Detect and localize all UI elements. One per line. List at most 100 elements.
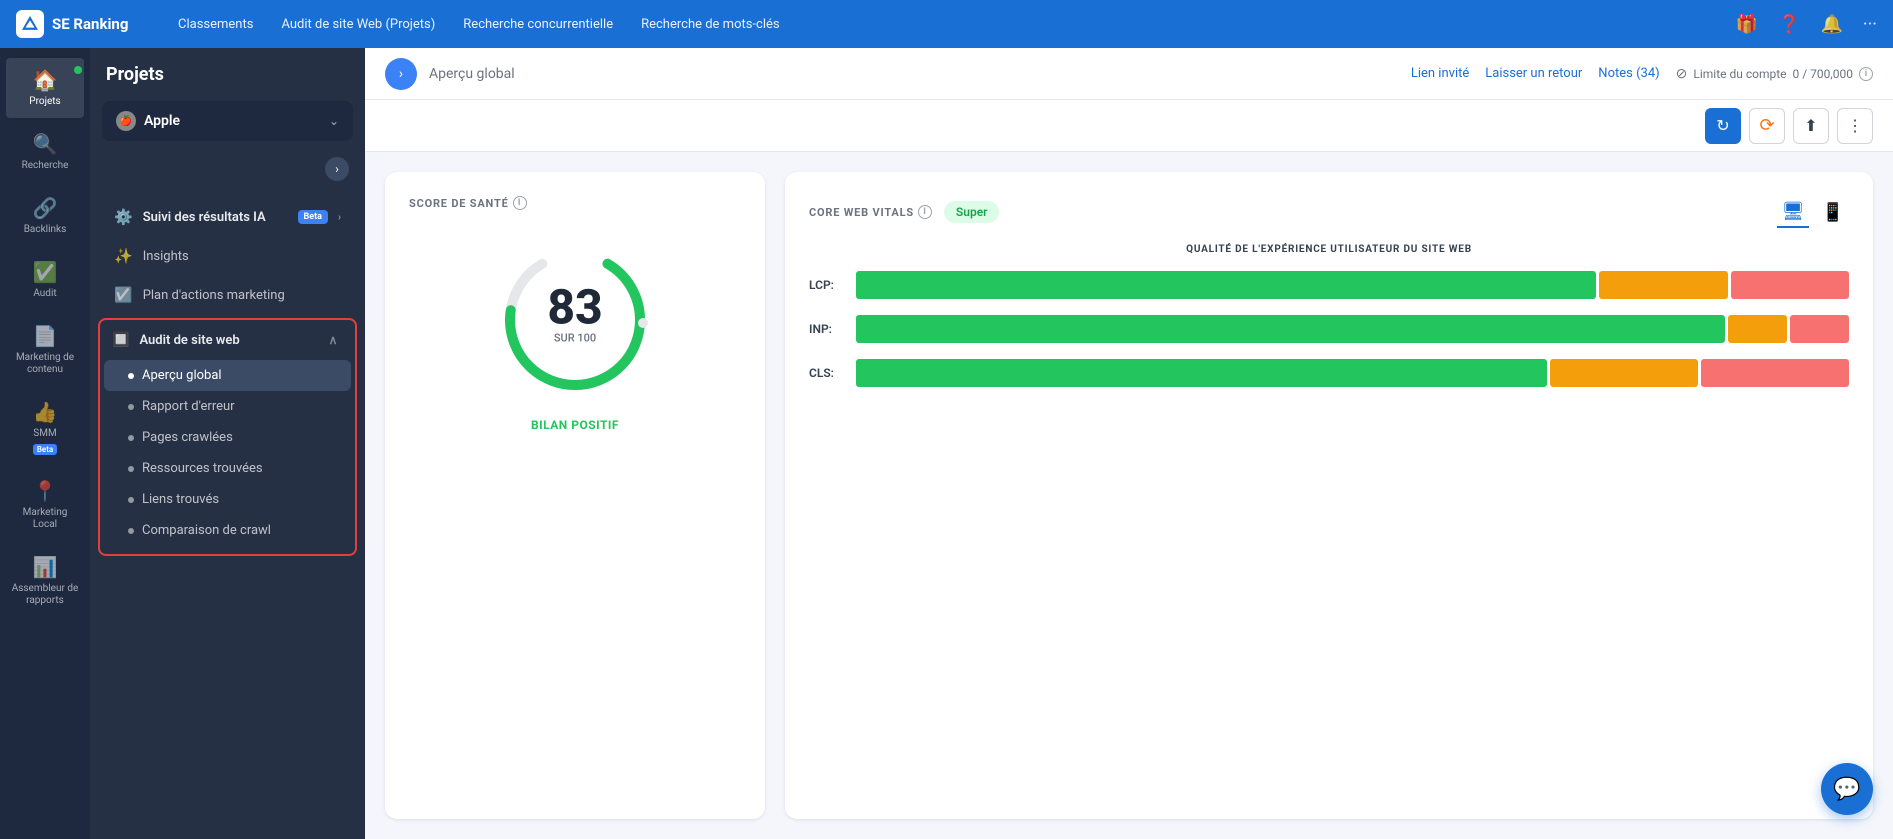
nav-audit-site-web[interactable]: Audit de site Web (Projets) [281,17,435,32]
location-icon: 📍 [33,479,58,503]
cwv-badge: Super [944,201,1000,223]
nav-projets-wrap: 🏠 Projets [0,56,90,120]
score-out-of: SUR 100 [547,331,602,344]
audit-sub-comparaison[interactable]: Comparaison de crawl [100,515,355,546]
nav-recherche-concurrentielle[interactable]: Recherche concurrentielle [463,17,613,32]
score-info-icon[interactable]: i [513,196,527,210]
breadcrumb: Aperçu global [429,66,515,82]
cwv-quality-title: QUALITÉ DE L'EXPÉRIENCE UTILISATEUR DU S… [809,244,1849,255]
liens-trouves-label: Liens trouvés [142,492,219,507]
notes-link[interactable]: Notes (34) [1598,66,1659,81]
score-gauge: 83 SUR 100 [495,240,655,400]
cwv-metrics: LCP: INP: [809,271,1849,387]
help-icon[interactable]: ❓ [1778,14,1800,35]
gift-icon[interactable]: 🎁 [1736,14,1758,35]
sidebar-item-plan-actions[interactable]: ☑️ Plan d'actions marketing [98,276,357,314]
refresh-button[interactable]: ↻ [1705,108,1741,144]
dot-icon-6 [128,528,134,534]
sidebar-collapse-button[interactable]: › [325,157,349,181]
dot-icon-2 [128,404,134,410]
nav-marketing-contenu-label: Marketing de contenu [10,352,80,376]
inp-bars [856,315,1849,343]
account-limit: ⊘ Limite du compte 0 / 700,000 i [1676,66,1873,82]
logo-icon [16,10,44,38]
dot-icon-5 [128,497,134,503]
project-selector[interactable]: 🍎 Apple ⌄ [102,101,353,141]
suivi-ia-icon: ⚙️ [114,208,133,226]
check-icon: ✅ [33,260,58,284]
nav-assembleur[interactable]: 📊 Assembleur de rapports [6,545,84,617]
top-nav-right: 🎁 ❓ 🔔 ··· [1736,14,1877,35]
cwv-metric-lcp: LCP: [809,271,1849,299]
nav-recherche[interactable]: 🔍 Recherche [6,122,84,182]
chat-button[interactable]: 💬 [1821,763,1873,815]
nav-assembleur-label: Assembleur de rapports [10,583,80,607]
nav-audit[interactable]: ✅ Audit [6,250,84,310]
nav-backlinks[interactable]: 🔗 Backlinks [6,186,84,246]
lcp-bar-green [856,271,1596,299]
sidebar-item-suivi-ia[interactable]: ⚙️ Suivi des résultats IA Beta › [98,198,357,236]
lcp-bar-yellow [1599,271,1727,299]
nav-projets[interactable]: 🏠 Projets [6,58,84,118]
audit-sub-rapport-erreur[interactable]: Rapport d'erreur [100,391,355,422]
cwv-desktop-button[interactable]: 🖥 [1777,196,1809,228]
project-sidebar: Projets 🍎 Apple ⌄ › ⚙️ Suivi des résulta… [90,48,365,839]
sidebar-item-insights[interactable]: ✨ Insights [98,237,357,275]
sidebar-plan-actions-label: Plan d'actions marketing [143,288,341,303]
more-options-button[interactable]: ⋮ [1837,108,1873,144]
cwv-mobile-button[interactable]: 📱 [1817,196,1849,228]
nav-marketing-contenu[interactable]: 📄 Marketing de contenu [6,314,84,386]
project-name: Apple [144,113,321,129]
lcp-bars [856,271,1849,299]
audit-collapse-arrow[interactable]: ∧ [323,330,343,350]
content-toolbar: ↻ ⟳ ⬆ ⋮ [365,100,1893,152]
audit-sub-liens[interactable]: Liens trouvés [100,484,355,515]
sidebar-title: Projets [90,48,365,101]
expand-sidebar-button[interactable]: › [385,58,417,90]
dot-icon-3 [128,435,134,441]
main-wrapper: 🏠 Projets 🔍 Recherche 🔗 Backlinks ✅ Audi… [0,0,1893,839]
dot-icon-4 [128,466,134,472]
score-status: BILAN POSITIF [531,418,619,432]
upload-button[interactable]: ⬆ [1793,108,1829,144]
cwv-info-icon[interactable]: i [918,205,932,219]
link-icon: 🔗 [33,196,58,220]
cwv-title: CORE WEB VITALS i [809,205,932,219]
nav-recherche-mots-cles[interactable]: Recherche de mots-clés [641,17,780,32]
comparaison-crawl-label: Comparaison de crawl [142,523,271,538]
nav-backlinks-label: Backlinks [24,224,67,236]
inp-bar-green [856,315,1725,343]
score-card-title: SCORE DE SANTÉ i [409,196,527,210]
search-icon: 🔍 [33,132,58,156]
more-icon[interactable]: ··· [1863,14,1877,35]
audit-section: 🔲 Audit de site web ∧ Aperçu global Rapp… [98,318,357,556]
audit-section-icon: 🔲 [112,332,129,348]
content-body: SCORE DE SANTÉ i 83 SUR 100 [365,152,1893,839]
sidebar-nav: ⚙️ Suivi des résultats IA Beta › ✨ Insig… [90,189,365,568]
app-name: SE Ranking [52,15,128,33]
audit-sub-pages-crawlees[interactable]: Pages crawlées [100,422,355,453]
settings-button[interactable]: ⟳ [1749,108,1785,144]
active-dot-icon [128,373,134,379]
nav-classements[interactable]: Classements [178,17,253,32]
audit-sub-apercu-global[interactable]: Aperçu global [104,360,351,391]
top-nav-links: Classements Audit de site Web (Projets) … [178,17,780,32]
limit-icon: ⊘ [1676,66,1688,82]
limit-info-icon[interactable]: i [1859,67,1873,81]
plan-icon: ☑️ [114,286,133,304]
nav-projets-label: Projets [29,96,60,108]
audit-sub-ressources[interactable]: Ressources trouvées [100,453,355,484]
audit-section-title: Audit de site web [139,333,239,348]
cwv-card: CORE WEB VITALS i Super 🖥 📱 QUALITÉ DE L… [785,172,1873,819]
apercu-global-label: Aperçu global [142,368,222,383]
cwv-metric-inp: INP: [809,315,1849,343]
laisser-retour-link[interactable]: Laisser un retour [1485,66,1582,81]
nav-smm[interactable]: 👍 SMM Beta [6,390,84,465]
audit-section-header[interactable]: 🔲 Audit de site web ∧ [100,320,355,360]
lcp-bar-red [1731,271,1849,299]
nav-marketing-local[interactable]: 📍 Marketing Local [6,469,84,541]
top-nav: SE Ranking Classements Audit de site Web… [0,0,1893,48]
lien-invite-link[interactable]: Lien invité [1411,66,1469,81]
collapse-row: › [90,149,365,189]
bell-icon[interactable]: 🔔 [1820,14,1842,35]
